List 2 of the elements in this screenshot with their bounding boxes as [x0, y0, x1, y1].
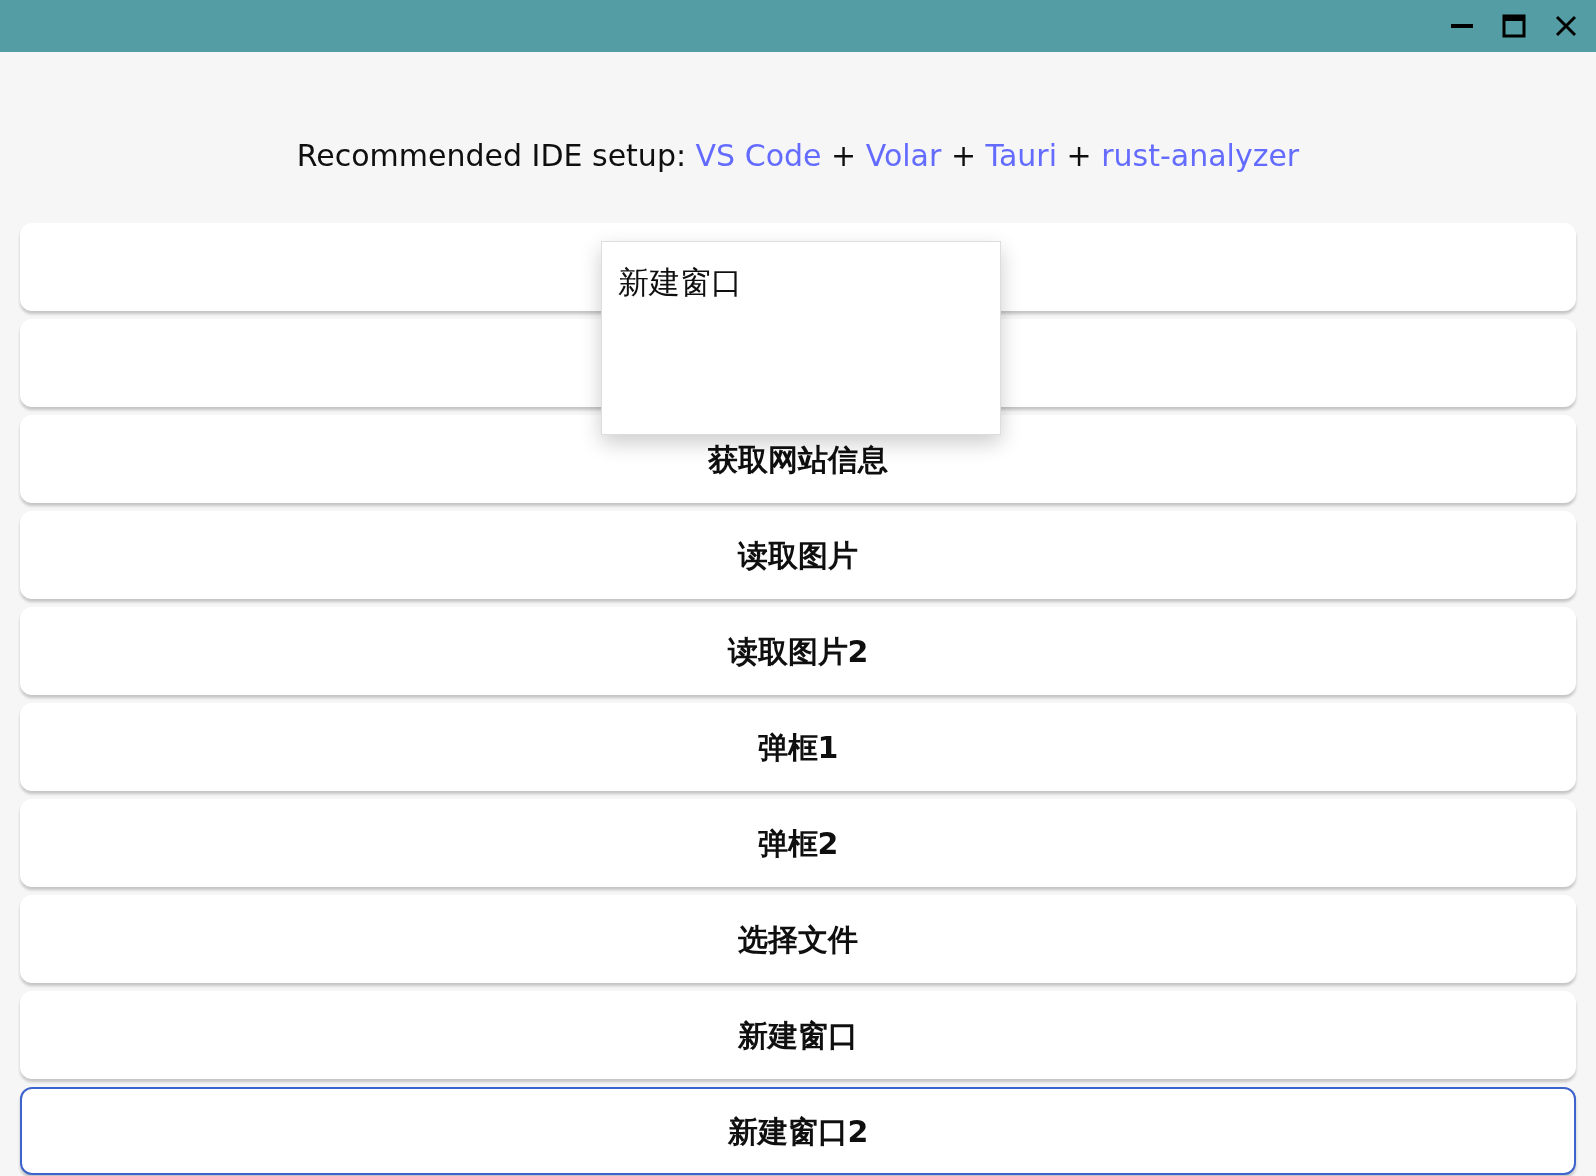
popup-title: 新建窗口 [618, 264, 743, 302]
setup-text: Recommended IDE setup: VS Code + Volar + Tauri + rust-analyzer [295, 138, 1301, 174]
